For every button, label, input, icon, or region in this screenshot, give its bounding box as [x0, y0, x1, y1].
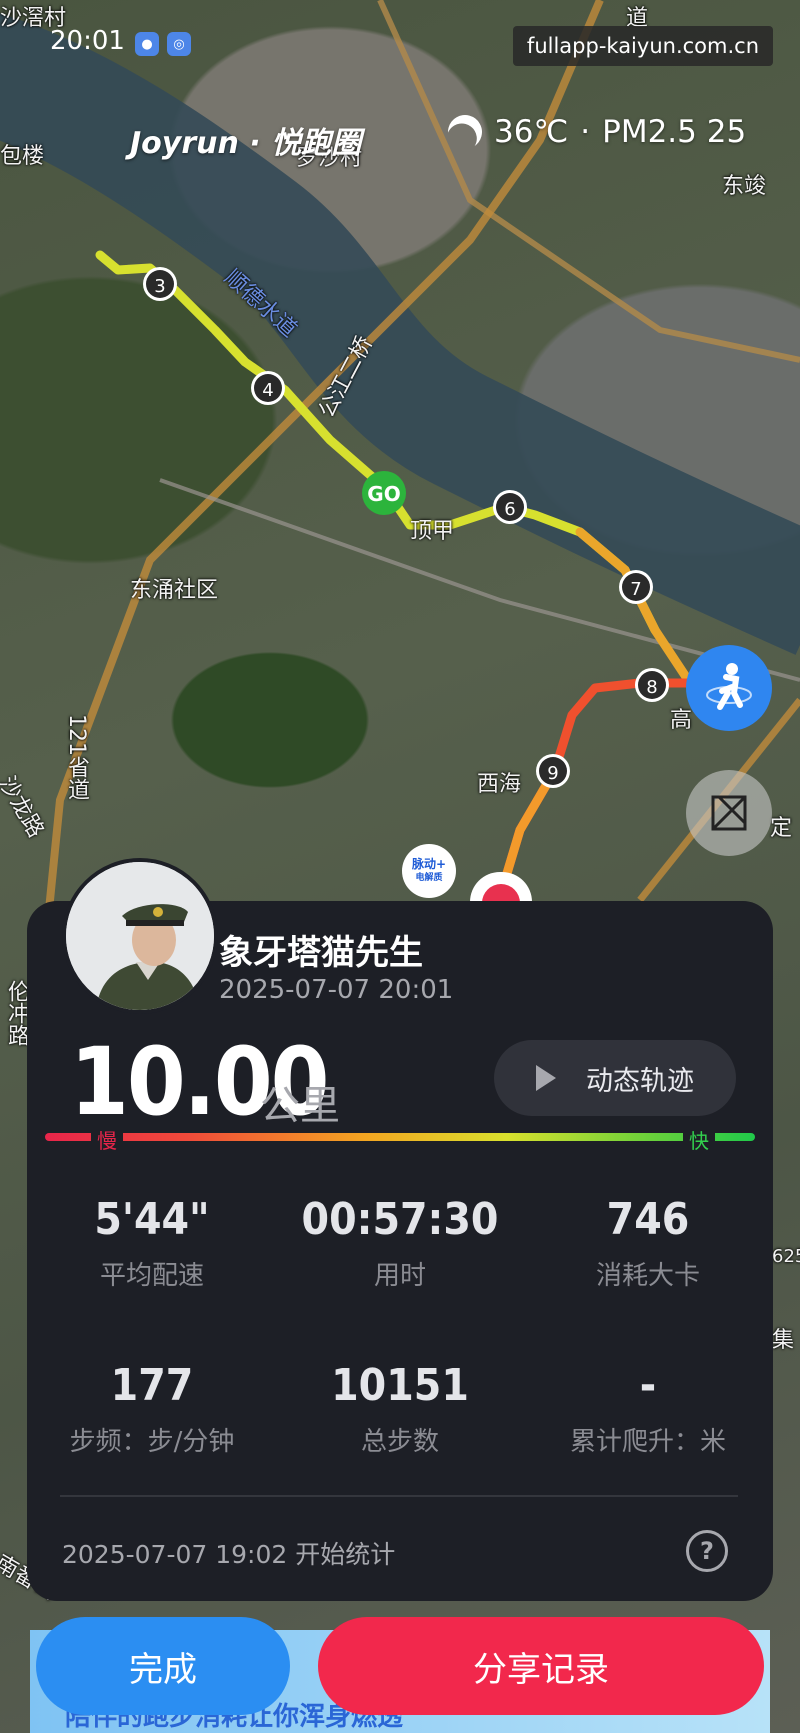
svg-text:9: 9: [547, 763, 558, 784]
stat-calories: 746 消耗大卡: [528, 1194, 768, 1292]
map-label: 高: [670, 708, 693, 733]
stat-cadence: 177 步频：步/分钟: [32, 1360, 272, 1458]
weather-air: PM2.5 25: [602, 114, 747, 150]
watermark: fullapp-kaiyun.com.cn: [512, 26, 773, 66]
done-button[interactable]: 完成: [36, 1617, 290, 1715]
stat-label: 累计爬升：米: [569, 1427, 726, 1457]
stat-total-steps: 10151 总步数: [280, 1360, 520, 1458]
stat-elevation-gain: - 累计爬升：米: [528, 1360, 768, 1458]
moon-icon: [442, 109, 488, 155]
map-layer-button[interactable]: [686, 770, 772, 856]
stat-label: 步频：步/分钟: [69, 1427, 235, 1457]
stat-value: -: [639, 1360, 657, 1411]
svg-text:4: 4: [262, 380, 273, 401]
stat-avg-pace: 5'44" 平均配速: [32, 1194, 272, 1292]
map-label: 定: [770, 816, 793, 841]
pace-slow-label: 慢: [91, 1125, 123, 1154]
status-time: 20:01: [50, 26, 125, 56]
start-time-info: 2025-07-07 19:02 开始统计: [62, 1535, 395, 1571]
run-distance-unit: 公里: [260, 1083, 340, 1129]
weather-separator: ·: [580, 114, 591, 150]
user-name: 象牙塔猫先生: [219, 933, 423, 973]
game-controller-icon: ●: [135, 32, 159, 56]
stat-value: 177: [110, 1360, 194, 1411]
route-marker-3: 3: [143, 267, 177, 301]
svg-text:GO: GO: [367, 482, 400, 506]
start-label: 开始统计: [295, 1540, 396, 1569]
map-ad-badge[interactable]: 脉动+ 电解质: [402, 844, 456, 898]
map-label: 625: [772, 1246, 800, 1267]
share-record-button[interactable]: 分享记录: [318, 1617, 764, 1715]
play-icon: [536, 1065, 556, 1091]
route-marker-4: 4: [251, 371, 285, 405]
dynamic-track-button[interactable]: 动态轨迹: [494, 1040, 736, 1116]
map-ad-badge-line2: 电解质: [415, 873, 443, 883]
map-label: 集: [772, 1328, 795, 1353]
brand-logo: Joyrun · 悦跑圈: [130, 126, 362, 161]
soldier-avatar: [66, 862, 214, 1010]
map-label: 顶甲: [410, 519, 455, 544]
stat-value: 00:57:30: [301, 1194, 499, 1245]
map-label: 包楼: [0, 144, 45, 169]
route-marker-go: GO: [362, 471, 406, 515]
svg-text:8: 8: [646, 677, 657, 698]
stat-label: 总步数: [360, 1427, 439, 1457]
svg-text:3: 3: [154, 276, 165, 297]
help-icon[interactable]: ?: [686, 1530, 728, 1572]
route-marker-8: 8: [635, 668, 669, 702]
route-marker-7: 7: [619, 570, 653, 604]
runner-location-button[interactable]: [686, 645, 772, 731]
pace-gradient-bar: [45, 1133, 755, 1141]
weather-info: 36℃ · PM2.5 25: [448, 114, 746, 150]
svg-text:7: 7: [630, 579, 641, 600]
dynamic-track-label: 动态轨迹: [586, 1065, 694, 1097]
stat-label: 平均配速: [99, 1261, 204, 1291]
stat-duration: 00:57:30 用时: [280, 1194, 520, 1292]
divider: [60, 1495, 738, 1497]
stat-label: 用时: [373, 1261, 426, 1291]
map-label-road: 121省道: [64, 714, 89, 800]
stat-label: 消耗大卡: [595, 1261, 700, 1291]
map-label: 东涌社区: [130, 578, 219, 603]
globe-icon: ◎: [167, 32, 191, 56]
start-time: 2025-07-07 19:02: [62, 1540, 288, 1569]
route-marker-9: 9: [536, 754, 570, 788]
user-avatar[interactable]: [62, 858, 218, 1014]
map-label: 东竣: [722, 174, 767, 199]
stat-value: 746: [606, 1194, 690, 1245]
pace-fast-label: 快: [683, 1125, 715, 1154]
map-label: 西海: [477, 772, 522, 797]
runner-icon: [706, 663, 752, 710]
map-ad-badge-line1: 脉动+: [411, 857, 447, 871]
route-marker-6: 6: [493, 490, 527, 524]
map-layer-icon: [711, 795, 747, 831]
svg-text:6: 6: [504, 499, 515, 520]
weather-temp: 36℃: [494, 114, 569, 150]
status-icons: ● ◎: [135, 32, 191, 56]
stat-value: 10151: [331, 1360, 469, 1411]
run-datetime: 2025-07-07 20:01: [219, 975, 454, 1005]
stat-value: 5'44": [94, 1194, 210, 1245]
